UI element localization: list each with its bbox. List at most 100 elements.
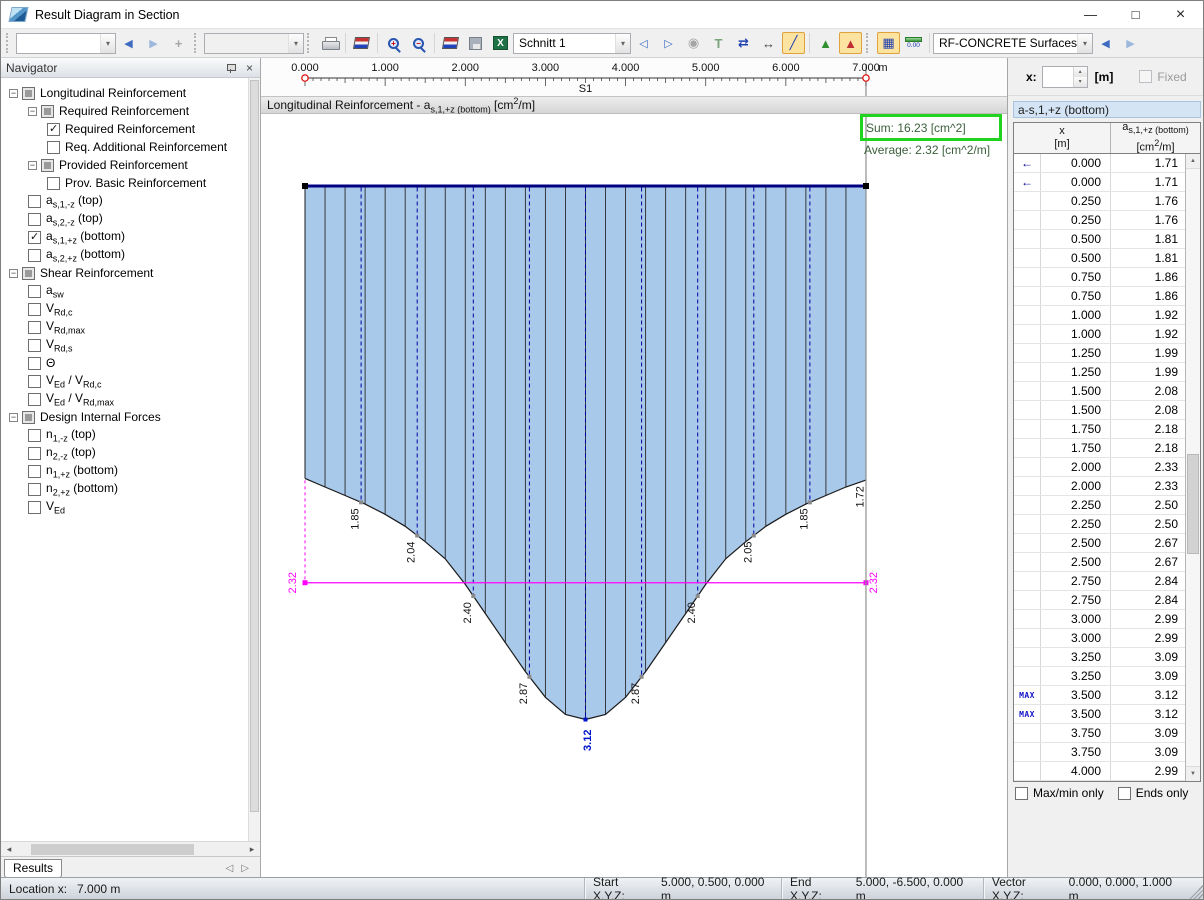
table-row[interactable]: 2.5002.67 bbox=[1014, 534, 1185, 553]
navigator-hscrollbar[interactable]: ◂ ▸ bbox=[1, 841, 260, 856]
table-row[interactable]: 1.7502.18 bbox=[1014, 420, 1185, 439]
table-vscrollbar[interactable]: ▲ ▼ bbox=[1185, 154, 1200, 781]
maxmin-only-checkbox[interactable] bbox=[1015, 787, 1028, 800]
next-button[interactable]: ▶ bbox=[142, 32, 165, 54]
tree-checkbox[interactable] bbox=[47, 123, 60, 136]
ends-only-checkbox[interactable] bbox=[1118, 787, 1131, 800]
toolbar-drag-handle[interactable] bbox=[194, 33, 199, 53]
table-row[interactable]: 3.7503.09 bbox=[1014, 724, 1185, 743]
table-row[interactable]: 1.2501.99 bbox=[1014, 344, 1185, 363]
table-row[interactable]: 0.5001.81 bbox=[1014, 230, 1185, 249]
tree-item-asw[interactable]: asw bbox=[1, 282, 248, 300]
section-next-button[interactable]: ▷ bbox=[657, 32, 680, 54]
maximize-button[interactable]: □ bbox=[1113, 1, 1158, 28]
tree-item-ved[interactable]: VEd bbox=[1, 498, 248, 516]
table-row[interactable]: 0.7501.86 bbox=[1014, 287, 1185, 306]
tree-checkbox[interactable] bbox=[28, 339, 41, 352]
tree-item-[interactable]: Θ bbox=[1, 354, 248, 372]
table-row[interactable]: 1.0001.92 bbox=[1014, 306, 1185, 325]
tab-scroll-left-icon[interactable]: ◁ bbox=[226, 863, 234, 874]
tree-checkbox[interactable] bbox=[47, 177, 60, 190]
table-row[interactable]: 0.2501.76 bbox=[1014, 211, 1185, 230]
tree-checkbox[interactable] bbox=[28, 285, 41, 298]
tree-checkbox[interactable] bbox=[28, 231, 41, 244]
result-type-combo[interactable]: ▾ bbox=[16, 33, 116, 54]
tree-checkbox[interactable] bbox=[28, 195, 41, 208]
tree-item-required-reinforcement[interactable]: Required Reinforcement bbox=[1, 120, 248, 138]
previous-button[interactable]: ◀ bbox=[117, 32, 140, 54]
table-row[interactable]: 0.7501.86 bbox=[1014, 268, 1185, 287]
printout-report-button[interactable] bbox=[350, 32, 373, 54]
table-row[interactable]: 1.5002.08 bbox=[1014, 382, 1185, 401]
module-previous-button[interactable]: ◀ bbox=[1094, 32, 1117, 54]
fixed-scale-button[interactable]: ↔ bbox=[757, 32, 780, 54]
panel-toggle-button[interactable]: ▦ bbox=[877, 32, 900, 54]
diagram-canvas[interactable]: 2.322.321.852.042.402.873.122.872.402.05… bbox=[261, 114, 1007, 879]
reverse-x-button[interactable]: ⇄ bbox=[732, 32, 755, 54]
zoom-in-button[interactable]: + bbox=[382, 32, 405, 54]
toolbar-drag-handle[interactable] bbox=[307, 33, 312, 53]
secondary-combo[interactable]: ▾ bbox=[204, 33, 304, 54]
table-row[interactable]: ←0.0001.71 bbox=[1014, 173, 1185, 192]
spin-down-icon[interactable]: ▾ bbox=[1074, 77, 1087, 87]
tree-checkbox[interactable] bbox=[47, 141, 60, 154]
scroll-right-icon[interactable]: ▸ bbox=[244, 844, 260, 855]
tree-item-n1-z-bottom[interactable]: n1,+z (bottom) bbox=[1, 462, 248, 480]
spin-up-icon[interactable]: ▴ bbox=[1074, 67, 1087, 77]
scroll-down-icon[interactable]: ▼ bbox=[1186, 766, 1200, 781]
tree-item-provided-reinforcement[interactable]: −Provided Reinforcement bbox=[1, 156, 248, 174]
minimize-button[interactable]: — bbox=[1068, 1, 1113, 28]
table-row[interactable]: 0.2501.76 bbox=[1014, 192, 1185, 211]
visibility-button[interactable]: ◉ bbox=[682, 32, 705, 54]
tree-item-vrd-max[interactable]: VRd,max bbox=[1, 318, 248, 336]
tree-item-vrd-s[interactable]: VRd,s bbox=[1, 336, 248, 354]
tree-item-longitudinal-reinforcement[interactable]: −Longitudinal Reinforcement bbox=[1, 84, 248, 102]
table-row[interactable]: MAX3.5003.12 bbox=[1014, 705, 1185, 724]
pointer-select-button[interactable]: + bbox=[167, 32, 190, 54]
table-row[interactable]: 0.5001.81 bbox=[1014, 249, 1185, 268]
tree-item-as-2-z-bottom[interactable]: as,2,+z (bottom) bbox=[1, 246, 248, 264]
collapse-icon[interactable]: − bbox=[9, 413, 18, 422]
tree-checkbox[interactable] bbox=[22, 87, 35, 100]
tree-checkbox[interactable] bbox=[28, 447, 41, 460]
collapse-icon[interactable]: − bbox=[9, 269, 18, 278]
tree-checkbox[interactable] bbox=[28, 357, 41, 370]
table-row[interactable]: MAX3.5003.12 bbox=[1014, 686, 1185, 705]
tree-checkbox[interactable] bbox=[41, 159, 54, 172]
tree-checkbox[interactable] bbox=[28, 321, 41, 334]
table-row[interactable]: 1.5002.08 bbox=[1014, 401, 1185, 420]
collapse-icon[interactable]: − bbox=[9, 89, 18, 98]
scroll-left-icon[interactable]: ◂ bbox=[1, 844, 17, 855]
table-row[interactable]: 3.0002.99 bbox=[1014, 629, 1185, 648]
objects-button[interactable]: T bbox=[707, 32, 730, 54]
print-button[interactable] bbox=[318, 32, 341, 54]
tree-checkbox[interactable] bbox=[28, 375, 41, 388]
tree-checkbox[interactable] bbox=[28, 393, 41, 406]
collapse-icon[interactable]: − bbox=[28, 107, 37, 116]
toolbar-drag-handle[interactable] bbox=[866, 33, 871, 53]
tree-item-as-1-z-bottom[interactable]: as,1,+z (bottom) bbox=[1, 228, 248, 246]
module-next-button[interactable]: ▶ bbox=[1119, 32, 1142, 54]
save-button[interactable] bbox=[464, 32, 487, 54]
tree-item-vrd-c[interactable]: VRd,c bbox=[1, 300, 248, 318]
tree-item-ved-vrd-c[interactable]: VEd / VRd,c bbox=[1, 372, 248, 390]
table-row[interactable]: 3.2503.09 bbox=[1014, 648, 1185, 667]
table-row[interactable]: 4.0002.99 bbox=[1014, 762, 1185, 781]
navigator-vscrollbar[interactable] bbox=[248, 78, 260, 841]
tree-item-n2-z-bottom[interactable]: n2,+z (bottom) bbox=[1, 480, 248, 498]
table-row[interactable]: 1.7502.18 bbox=[1014, 439, 1185, 458]
section-previous-button[interactable]: ◁ bbox=[632, 32, 655, 54]
scroll-up-icon[interactable]: ▲ bbox=[1186, 154, 1200, 169]
tree-checkbox[interactable] bbox=[28, 483, 41, 496]
export-excel-button[interactable]: X bbox=[489, 32, 512, 54]
tree-item-prov-basic-reinforcement[interactable]: Prov. Basic Reinforcement bbox=[1, 174, 248, 192]
units-button[interactable]: 0.00 bbox=[902, 32, 925, 54]
tree-checkbox[interactable] bbox=[22, 411, 35, 424]
tree-checkbox[interactable] bbox=[28, 465, 41, 478]
table-row[interactable]: 3.0002.99 bbox=[1014, 610, 1185, 629]
section-combo[interactable]: Schnitt 1▾ bbox=[513, 33, 631, 54]
table-row[interactable]: 3.2503.09 bbox=[1014, 667, 1185, 686]
result-values-button[interactable]: ▲ bbox=[814, 32, 837, 54]
table-row[interactable]: 2.5002.67 bbox=[1014, 553, 1185, 572]
tab-scroll-right-icon[interactable]: ▷ bbox=[241, 863, 249, 874]
